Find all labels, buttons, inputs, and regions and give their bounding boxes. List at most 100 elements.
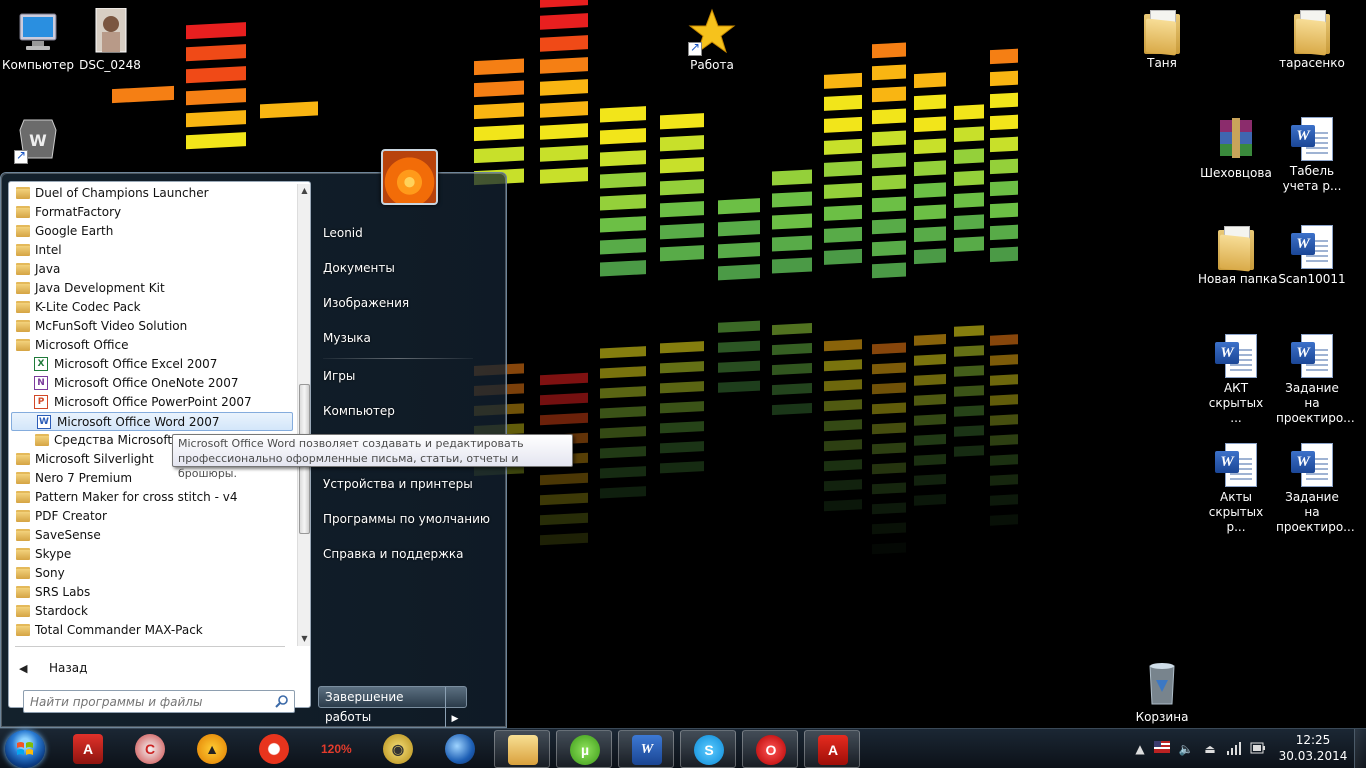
- program-item[interactable]: N Microsoft Office OneNote 2007: [9, 374, 295, 393]
- folder-icon: [16, 263, 30, 275]
- program-item[interactable]: Sony: [9, 564, 295, 583]
- taskbar-word[interactable]: W: [618, 730, 674, 768]
- equalizer-reflection: [660, 361, 704, 374]
- desktop-icon-novaya-papka[interactable]: Новая папка: [1198, 224, 1277, 287]
- program-item[interactable]: PDF Creator: [9, 507, 295, 526]
- default-programs-link[interactable]: Программы по умолчанию: [323, 508, 490, 530]
- taskbar-autocad-2012[interactable]: 120%: [308, 730, 364, 768]
- desktop-icon-tabel[interactable]: W Табель учета р...: [1274, 116, 1350, 194]
- taskbar-explorer[interactable]: [494, 730, 550, 768]
- desktop-icon-world-of-tanks[interactable]: W: [0, 116, 76, 166]
- scroll-down-icon[interactable]: ▼: [298, 632, 311, 646]
- equalizer-reflection: [540, 372, 588, 386]
- user-folder-link[interactable]: Leonid: [323, 222, 363, 244]
- taskbar-utorrent[interactable]: µ: [556, 730, 612, 768]
- desktop-icon-recycle-bin[interactable]: Корзина: [1124, 660, 1200, 725]
- program-item[interactable]: SRS Labs: [9, 583, 295, 602]
- volume-icon[interactable]: 🔈: [1178, 741, 1194, 757]
- desktop-icon-akt[interactable]: W АКТ скрытых ...: [1198, 333, 1274, 426]
- battery-icon[interactable]: [1250, 741, 1266, 757]
- desktop-icon-tanya[interactable]: Таня: [1124, 8, 1200, 71]
- shutdown-button[interactable]: Завершение работы ▶: [318, 686, 467, 727]
- programs-scrollbar[interactable]: ▲ ▼: [297, 184, 310, 646]
- program-item[interactable]: Java Development Kit: [9, 279, 295, 298]
- word-document-icon: W: [1291, 117, 1333, 163]
- program-item[interactable]: SaveSense: [9, 526, 295, 545]
- show-desktop-button[interactable]: [1354, 729, 1366, 768]
- desktop-icon-scan10011[interactable]: W Scan10011: [1274, 224, 1350, 287]
- program-item[interactable]: Total Commander MAX-Pack: [9, 621, 295, 640]
- program-item[interactable]: Stardock: [9, 602, 295, 621]
- desktop-icon-zadanie-1[interactable]: W Задание на проектиро...: [1274, 333, 1355, 426]
- taskbar-opera[interactable]: O: [742, 730, 798, 768]
- program-item[interactable]: W Microsoft Office Word 2007: [11, 412, 293, 431]
- program-item[interactable]: Java: [9, 260, 295, 279]
- desktop-icon-zadanie-2[interactable]: W Задание на проектиро...: [1274, 442, 1355, 535]
- desktop-icon-computer[interactable]: Компьютер: [0, 8, 76, 73]
- taskbar-skype[interactable]: S: [680, 730, 736, 768]
- desktop-icon-rabota[interactable]: Работа: [674, 8, 750, 73]
- computer-icon: [14, 8, 62, 56]
- program-item[interactable]: Microsoft Office: [9, 336, 295, 355]
- equalizer-reflection: [872, 422, 906, 435]
- search-input[interactable]: [24, 691, 269, 712]
- program-label: FormatFactory: [35, 205, 122, 219]
- equalizer-reflection: [914, 474, 946, 486]
- start-button[interactable]: [5, 730, 45, 768]
- program-item[interactable]: Google Earth: [9, 222, 295, 241]
- show-hidden-icons-icon[interactable]: ▲: [1132, 741, 1148, 757]
- equalizer-reflection: [540, 532, 588, 546]
- taskbar-acrobat[interactable]: A: [804, 730, 860, 768]
- taskbar-google-earth[interactable]: [432, 730, 488, 768]
- desktop-icon-dsc-0248[interactable]: DSC_0248: [72, 7, 148, 73]
- taskbar-burning[interactable]: ●: [246, 730, 302, 768]
- shutdown-options-arrow-icon[interactable]: ▶: [446, 709, 464, 729]
- user-avatar[interactable]: [381, 149, 438, 205]
- equalizer-bar: [540, 35, 588, 52]
- equalizer-bar: [772, 191, 812, 208]
- equalizer-bar: [954, 104, 984, 121]
- taskbar-autocad[interactable]: A: [60, 730, 116, 768]
- equalizer-bar: [718, 242, 760, 259]
- signal-strength-icon[interactable]: [1226, 741, 1242, 757]
- pictures-link[interactable]: Изображения: [323, 292, 409, 314]
- search-box[interactable]: [23, 690, 295, 713]
- back-button[interactable]: ◀ Назад: [19, 658, 87, 678]
- program-label: Intel: [35, 243, 62, 257]
- taskbar-browser[interactable]: ◉: [370, 730, 426, 768]
- taskbar-ccleaner[interactable]: C: [122, 730, 178, 768]
- program-item[interactable]: Intel: [9, 241, 295, 260]
- equalizer-reflection: [914, 374, 946, 386]
- desktop-icon-shehovtsova[interactable]: Шеховцова: [1198, 116, 1274, 181]
- equalizer-reflection: [990, 434, 1018, 446]
- program-item[interactable]: Duel of Champions Launcher: [9, 184, 295, 203]
- taskbar-aimp[interactable]: ▲: [184, 730, 240, 768]
- computer-link[interactable]: Компьютер: [323, 400, 395, 422]
- equalizer-bar: [772, 235, 812, 252]
- documents-link[interactable]: Документы: [323, 257, 395, 279]
- language-flag-icon[interactable]: [1154, 741, 1170, 757]
- equalizer-reflection: [824, 499, 862, 512]
- equalizer-bar: [872, 262, 906, 279]
- program-item[interactable]: Skype: [9, 545, 295, 564]
- equalizer-bar: [540, 123, 588, 140]
- desktop-icon-tarasenko[interactable]: тарасенко: [1274, 8, 1350, 71]
- help-support-link[interactable]: Справка и поддержка: [323, 543, 464, 565]
- safely-remove-icon[interactable]: ⏏: [1202, 741, 1218, 757]
- program-item[interactable]: P Microsoft Office PowerPoint 2007: [9, 393, 295, 412]
- equalizer-reflection: [660, 341, 704, 354]
- equalizer-bar: [540, 0, 588, 8]
- music-link[interactable]: Музыка: [323, 327, 371, 349]
- program-item[interactable]: Pattern Maker for cross stitch - v4: [9, 488, 295, 507]
- program-item[interactable]: K-Lite Codec Pack: [9, 298, 295, 317]
- program-item[interactable]: X Microsoft Office Excel 2007: [9, 355, 295, 374]
- program-item[interactable]: McFunSoft Video Solution: [9, 317, 295, 336]
- search-icon[interactable]: [275, 694, 289, 708]
- clock[interactable]: 12:25 30.03.2014: [1278, 732, 1348, 764]
- program-item[interactable]: FormatFactory: [9, 203, 295, 222]
- desktop-icon-akty[interactable]: W Акты скрытых р...: [1198, 442, 1274, 535]
- games-link[interactable]: Игры: [323, 365, 355, 387]
- taskbar: A C ▲ ● 120% ◉ µ W S O A ▲ 🔈 ⏏ 12:25 30.…: [0, 728, 1366, 768]
- divider: [323, 358, 473, 359]
- scroll-up-icon[interactable]: ▲: [298, 184, 311, 198]
